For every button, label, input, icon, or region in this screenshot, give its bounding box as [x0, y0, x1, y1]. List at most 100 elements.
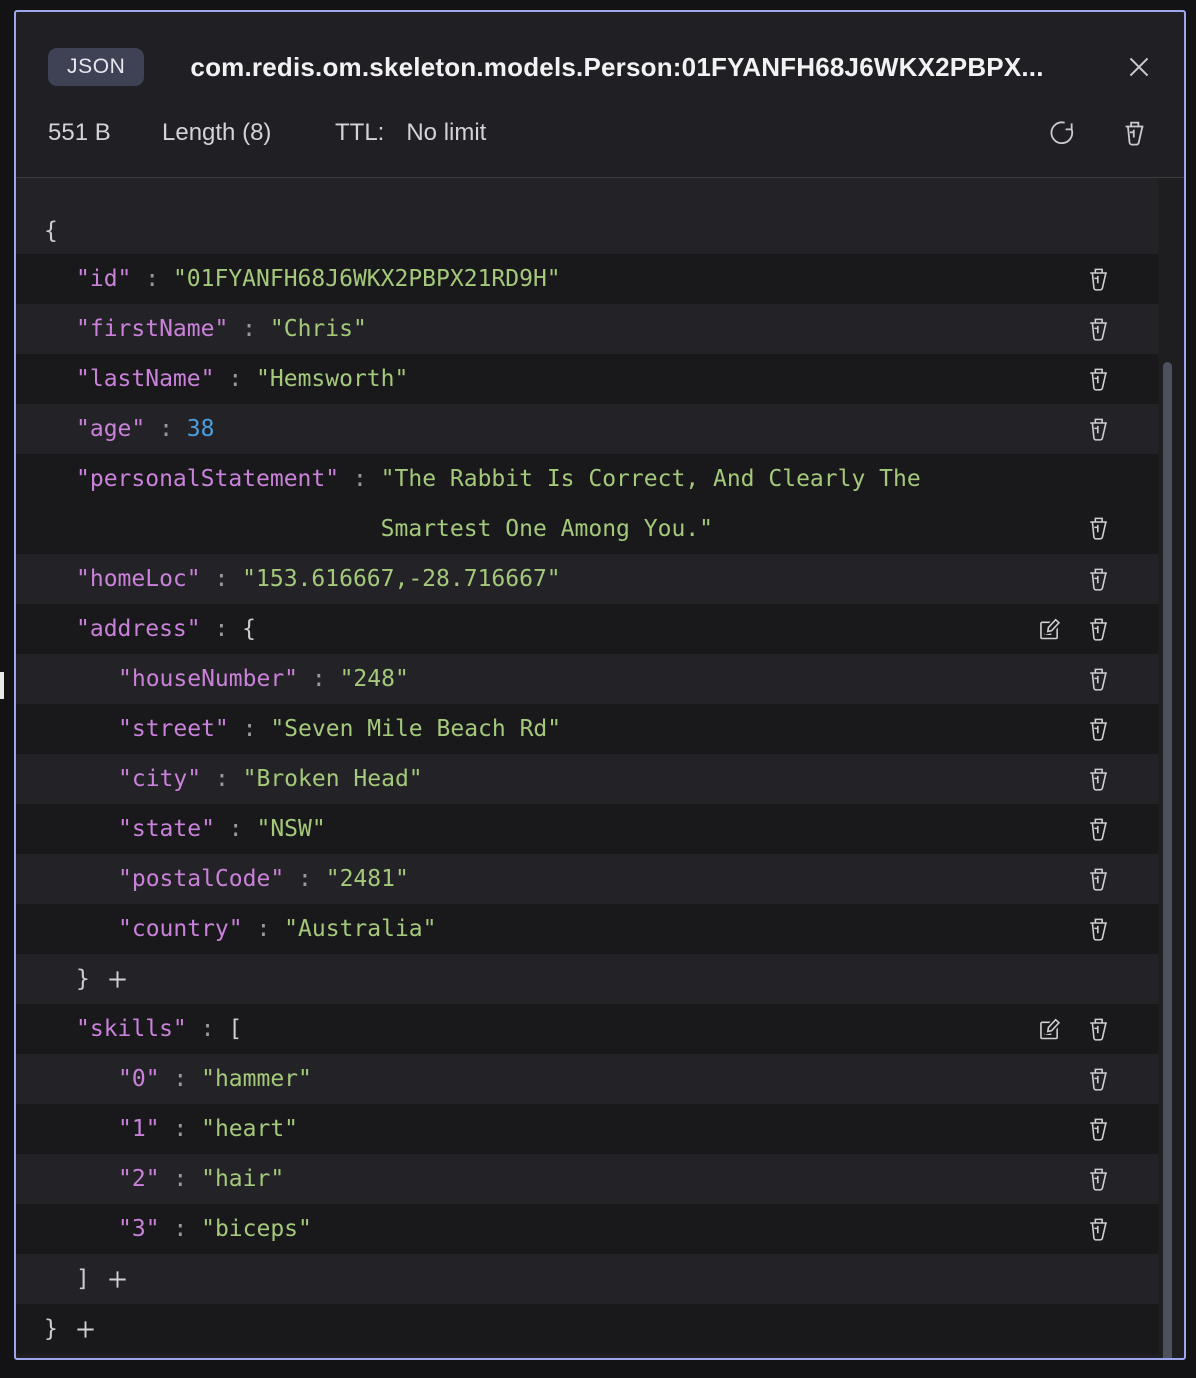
json-value[interactable]: "Broken Head" [243, 762, 423, 796]
json-row: "homeLoc" : "153.616667,-28.716667" [16, 554, 1158, 604]
json-colon: : [201, 612, 243, 646]
delete-field-button[interactable] [1085, 1016, 1112, 1043]
json-row: "1" : "heart" [16, 1104, 1158, 1154]
trash-icon [1085, 616, 1112, 643]
json-value[interactable]: "01FYANFH68J6WKX2PBPX21RD9H" [173, 262, 561, 296]
delete-field-button[interactable] [1085, 666, 1112, 693]
json-key: "personalStatement" [76, 454, 339, 504]
json-value[interactable]: "2481" [326, 862, 409, 896]
key-size: 551 B [48, 119, 162, 147]
json-brace: } [76, 962, 90, 996]
row-actions [1085, 1116, 1112, 1143]
json-row: "address" : { [16, 604, 1158, 654]
delete-field-button[interactable] [1085, 416, 1112, 443]
ttl-value[interactable]: No limit [406, 119, 486, 147]
add-item-button[interactable] [106, 968, 129, 991]
delete-field-button[interactable] [1085, 1116, 1112, 1143]
edit-field-button[interactable] [1036, 616, 1063, 643]
row-actions [1085, 766, 1112, 793]
trash-icon [1085, 1066, 1112, 1093]
delete-field-button[interactable] [1085, 1066, 1112, 1093]
json-key: "2" [118, 1162, 160, 1196]
json-value[interactable]: "248" [340, 662, 409, 696]
delete-field-button[interactable] [1085, 616, 1112, 643]
close-button[interactable] [1124, 52, 1154, 82]
refresh-key-button[interactable] [1047, 119, 1076, 148]
trash-icon [1085, 666, 1112, 693]
trash-icon [1085, 566, 1112, 593]
json-value[interactable]: [ [228, 1012, 242, 1046]
trash-icon [1085, 416, 1112, 443]
json-value[interactable]: "The Rabbit Is Correct, And Clearly The … [381, 454, 981, 554]
json-brace: { [44, 214, 58, 248]
json-row: "state" : "NSW" [16, 804, 1158, 854]
trash-icon [1085, 366, 1112, 393]
delete-field-button[interactable] [1085, 816, 1112, 843]
json-value[interactable]: "153.616667,-28.716667" [242, 562, 561, 596]
json-row: { [16, 178, 1158, 254]
json-colon: : [228, 312, 270, 346]
delete-field-button[interactable] [1085, 366, 1112, 393]
json-key: "street" [118, 712, 229, 746]
delete-field-button[interactable] [1085, 866, 1112, 893]
trash-icon [1085, 1116, 1112, 1143]
json-row: "houseNumber" : "248" [16, 654, 1158, 704]
json-value[interactable]: "Chris" [270, 312, 367, 346]
delete-key-button[interactable] [1120, 119, 1149, 148]
json-row: ] [16, 1254, 1158, 1304]
json-value[interactable]: 38 [187, 412, 215, 446]
key-type-badge: JSON [48, 48, 144, 86]
json-value[interactable]: "NSW" [256, 812, 325, 846]
trash-icon [1085, 266, 1112, 293]
trash-icon [1085, 866, 1112, 893]
json-brace: ] [76, 1262, 90, 1296]
edit-field-button[interactable] [1036, 1016, 1063, 1043]
refresh-icon [1047, 119, 1076, 148]
json-row: "postalCode" : "2481" [16, 854, 1158, 904]
json-value[interactable]: "hair" [201, 1162, 284, 1196]
screen-edge-artifact [0, 672, 4, 699]
delete-field-button[interactable] [1085, 916, 1112, 943]
key-meta-row: 551 B Length (8) TTL: No limit [16, 118, 1184, 148]
json-value[interactable]: "hammer" [201, 1062, 312, 1096]
json-colon: : [201, 762, 243, 796]
trash-icon [1085, 1216, 1112, 1243]
trash-icon [1120, 119, 1149, 148]
json-colon: : [243, 912, 285, 946]
json-value[interactable]: "heart" [201, 1112, 298, 1146]
delete-field-button[interactable] [1085, 716, 1112, 743]
json-value[interactable]: "Hemsworth" [256, 362, 408, 396]
json-value[interactable]: "biceps" [201, 1212, 312, 1246]
delete-field-button[interactable] [1085, 1166, 1112, 1193]
add-item-button[interactable] [106, 1268, 129, 1291]
json-colon: : [201, 562, 243, 596]
json-row: "city" : "Broken Head" [16, 754, 1158, 804]
trash-icon [1085, 316, 1112, 343]
json-value[interactable]: "Seven Mile Beach Rd" [270, 712, 561, 746]
plus-icon [106, 968, 129, 991]
trash-icon [1085, 1166, 1112, 1193]
json-row: "country" : "Australia" [16, 904, 1158, 954]
json-colon: : [160, 1212, 202, 1246]
delete-field-button[interactable] [1085, 1216, 1112, 1243]
json-key: "houseNumber" [118, 662, 298, 696]
row-actions [1085, 1216, 1112, 1243]
json-row: "id" : "01FYANFH68J6WKX2PBPX21RD9H" [16, 254, 1158, 304]
json-key: "homeLoc" [76, 562, 201, 596]
json-colon: : [160, 1062, 202, 1096]
json-value[interactable]: { [242, 612, 256, 646]
json-row: "firstName" : "Chris" [16, 304, 1158, 354]
add-item-button[interactable] [74, 1318, 97, 1341]
delete-field-button[interactable] [1085, 266, 1112, 293]
delete-field-button[interactable] [1085, 316, 1112, 343]
delete-field-button[interactable] [1085, 566, 1112, 593]
key-name: com.redis.om.skeleton.models.Person:01FY… [190, 52, 1124, 83]
json-colon: : [284, 862, 326, 896]
delete-field-button[interactable] [1085, 766, 1112, 793]
json-row: } [16, 1304, 1158, 1354]
scrollbar-thumb[interactable] [1163, 362, 1172, 1360]
row-actions [1085, 1166, 1112, 1193]
trash-icon [1085, 816, 1112, 843]
json-value[interactable]: "Australia" [284, 912, 436, 946]
delete-field-button[interactable] [1085, 515, 1112, 542]
